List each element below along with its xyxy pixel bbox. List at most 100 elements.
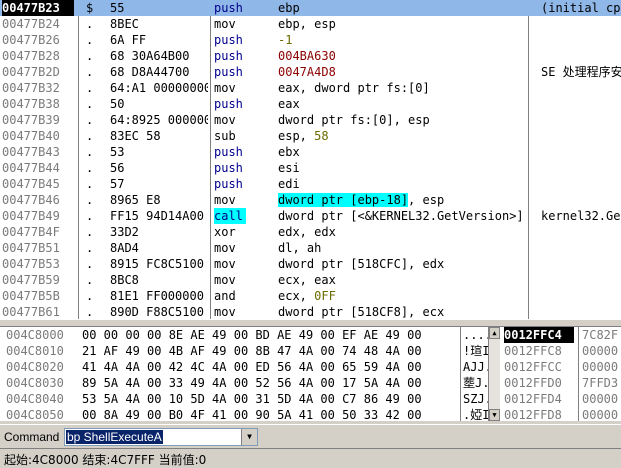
disasm-address[interactable]: 00477B44: [2, 160, 74, 176]
disasm-hex: FF15 94D14A00: [110, 209, 204, 223]
disasm-comment: [541, 112, 621, 128]
disasm-row[interactable]: 00477B32. 64:A1 00000000 mov eax, dword ptr…: [0, 80, 621, 96]
disasm-address[interactable]: 00477B51: [2, 240, 74, 256]
disasm-row[interactable]: 00477B26. 6A FF push -1: [0, 32, 621, 48]
disasm-row[interactable]: 00477B45. 57 push edi: [0, 176, 621, 192]
stack-row[interactable]: 0012FFCC 00000: [500, 359, 621, 375]
dump-address[interactable]: 004C8040: [6, 391, 78, 407]
dump-address[interactable]: 004C8030: [6, 375, 78, 391]
disasm-comment: [541, 224, 621, 240]
disasm-address[interactable]: 00477B24: [2, 16, 74, 32]
dump-address[interactable]: 004C8050: [6, 407, 78, 421]
disasm-row[interactable]: 00477B28. 68 30A64B00 push 004BA630: [0, 48, 621, 64]
disasm-marker: .: [86, 161, 94, 175]
disasm-row[interactable]: 00477B49. FF15 94D14A00 call dword ptr [<&K…: [0, 208, 621, 224]
disasm-address[interactable]: 00477B32: [2, 80, 74, 96]
command-input-value[interactable]: bp ShellExecuteA: [66, 430, 163, 444]
disasm-address[interactable]: 00477B28: [2, 48, 74, 64]
operand-part: -1: [278, 33, 293, 47]
stack-row[interactable]: 0012FFD4 00000: [500, 391, 621, 407]
dump-hex-bytes: 41 4A 4A 00 42 4C 4A 00 ED 56 4A 00 65 5…: [82, 360, 422, 374]
disasm-row[interactable]: 00477B51. 8AD4 mov dl, ah: [0, 240, 621, 256]
stack-address[interactable]: 0012FFC8: [504, 343, 574, 359]
stack-address[interactable]: 0012FFD0: [504, 375, 574, 391]
disasm-row[interactable]: 00477B5B. 81E1 FF000000 and ecx, 0FF: [0, 288, 621, 304]
disasm-row[interactable]: 00477B59. 8BC8 mov ecx, eax: [0, 272, 621, 288]
dump-address[interactable]: 004C8020: [6, 359, 78, 375]
disasm-row[interactable]: 00477B61. 890D F88C5100 mov dword ptr [518C…: [0, 304, 621, 319]
operand-part: dword ptr [518CF8], ecx: [278, 305, 445, 319]
stack-row[interactable]: 0012FFD8 00000: [500, 407, 621, 421]
stack-address[interactable]: 0012FFD4: [504, 391, 574, 407]
disasm-mnemonic: push: [214, 1, 243, 15]
dump-row[interactable]: 004C8030 89 5A 4A 00 33 49 4A 00 52 56 4A…: [0, 375, 488, 391]
stack-row[interactable]: 0012FFC8 00000: [500, 343, 621, 359]
disasm-marker: .: [86, 193, 94, 207]
disasm-row[interactable]: 00477B46. 8965 E8 mov dword ptr [ebp-18], e…: [0, 192, 621, 208]
disasm-address[interactable]: 00477B5B: [2, 288, 74, 304]
dump-scrollbar[interactable]: ▲ ▼: [488, 327, 500, 421]
operand-part: ecx, eax: [278, 273, 336, 287]
dump-ascii: AJJ.: [463, 360, 488, 374]
disasm-address[interactable]: 00477B43: [2, 144, 74, 160]
disasm-comment: [541, 304, 621, 319]
stack-address[interactable]: 0012FFC4: [504, 327, 574, 343]
disasm-row[interactable]: 00477B23 $55 push ebp (initial cpu selection…: [0, 0, 621, 16]
operand-part: 0FF: [314, 289, 336, 303]
memory-dump-pane[interactable]: 004C8000 00 00 00 00 8E AE 49 00 BD AE 49…: [0, 327, 488, 421]
disasm-operands: dword ptr [<&KERNEL32.GetVersion>]: [278, 208, 528, 224]
disasm-operands: dl, ah: [278, 240, 528, 256]
dump-row[interactable]: 004C8020 41 4A 4A 00 42 4C 4A 00 ED 56 4A…: [0, 359, 488, 375]
disasm-row[interactable]: 00477B43. 53 push ebx: [0, 144, 621, 160]
disasm-hex: 8AD4: [110, 241, 139, 255]
disasm-comment: SE 处理程序安装: [541, 65, 621, 79]
dump-row[interactable]: 004C8010 21 AF 49 00 4B AF 49 00 8B 47 4A…: [0, 343, 488, 359]
stack-row[interactable]: 0012FFC4 7C82F: [500, 327, 621, 343]
disasm-row[interactable]: 00477B4F. 33D2 xor edx, edx: [0, 224, 621, 240]
disasm-address[interactable]: 00477B4F: [2, 224, 74, 240]
disassembly-pane[interactable]: 00477B23 $55 push ebp (initial cpu selection…: [0, 0, 621, 319]
stack-address[interactable]: 0012FFCC: [504, 359, 574, 375]
stack-row[interactable]: 0012FFD0 7FFD3: [500, 375, 621, 391]
dump-row[interactable]: 004C8000 00 00 00 00 8E AE 49 00 BD AE 49…: [0, 327, 488, 343]
disasm-address[interactable]: 00477B39: [2, 112, 74, 128]
disasm-comment: [541, 96, 621, 112]
operand-part: 004BA630: [278, 49, 336, 63]
disasm-address[interactable]: 00477B59: [2, 272, 74, 288]
stack-pane[interactable]: 0012FFC4 7C82F 0012FFC8 00000 0012FFCC 00000 0…: [500, 327, 621, 421]
disasm-address[interactable]: 00477B2D: [2, 64, 74, 80]
disasm-row[interactable]: 00477B40. 83EC 58 sub esp, 58: [0, 128, 621, 144]
operand-part: dword ptr [ebp-18]: [278, 193, 409, 207]
operand-part: 0047A4D8: [278, 65, 336, 79]
pane-splitter[interactable]: [0, 319, 621, 327]
disasm-row[interactable]: 00477B39. 64:8925 00000000 mov dword ptr fs…: [0, 112, 621, 128]
disasm-row[interactable]: 00477B38. 50 push eax: [0, 96, 621, 112]
disasm-address[interactable]: 00477B61: [2, 304, 74, 319]
disasm-operands: dword ptr [ebp-18], esp: [278, 192, 528, 208]
disasm-row[interactable]: 00477B2D. 68 D8A44700 push 0047A4D8 SE 处理程序安…: [0, 64, 621, 80]
disasm-address[interactable]: 00477B49: [2, 208, 74, 224]
scroll-up-icon[interactable]: ▲: [489, 327, 500, 339]
disasm-address[interactable]: 00477B26: [2, 32, 74, 48]
disasm-address[interactable]: 00477B38: [2, 96, 74, 112]
disasm-mnemonic: mov: [214, 257, 236, 271]
disasm-row[interactable]: 00477B53. 8915 FC8C5100 mov dword ptr [518C…: [0, 256, 621, 272]
disasm-address[interactable]: 00477B40: [2, 128, 74, 144]
dump-address[interactable]: 004C8010: [6, 343, 78, 359]
chevron-down-icon[interactable]: ▼: [241, 429, 257, 445]
dump-address[interactable]: 004C8000: [6, 327, 78, 343]
stack-address[interactable]: 0012FFD8: [504, 407, 574, 421]
command-input[interactable]: bp ShellExecuteA ▼: [64, 428, 258, 446]
disasm-address[interactable]: 00477B46: [2, 192, 74, 208]
disasm-mnemonic: mov: [214, 241, 236, 255]
stack-value: 00000: [582, 360, 619, 374]
disasm-row[interactable]: 00477B24. 8BEC mov ebp, esp: [0, 16, 621, 32]
disasm-address[interactable]: 00477B23: [2, 0, 74, 16]
scroll-down-icon[interactable]: ▼: [489, 409, 500, 421]
disasm-address[interactable]: 00477B53: [2, 256, 74, 272]
dump-row[interactable]: 004C8040 53 5A 4A 00 10 5D 4A 00 31 5D 4A…: [0, 391, 488, 407]
disasm-row[interactable]: 00477B44. 56 push esi: [0, 160, 621, 176]
disasm-address[interactable]: 00477B45: [2, 176, 74, 192]
dump-row[interactable]: 004C8050 00 8A 49 00 B0 4F 41 00 90 5A 41…: [0, 407, 488, 421]
command-bar: Command bp ShellExecuteA ▼: [0, 424, 621, 449]
